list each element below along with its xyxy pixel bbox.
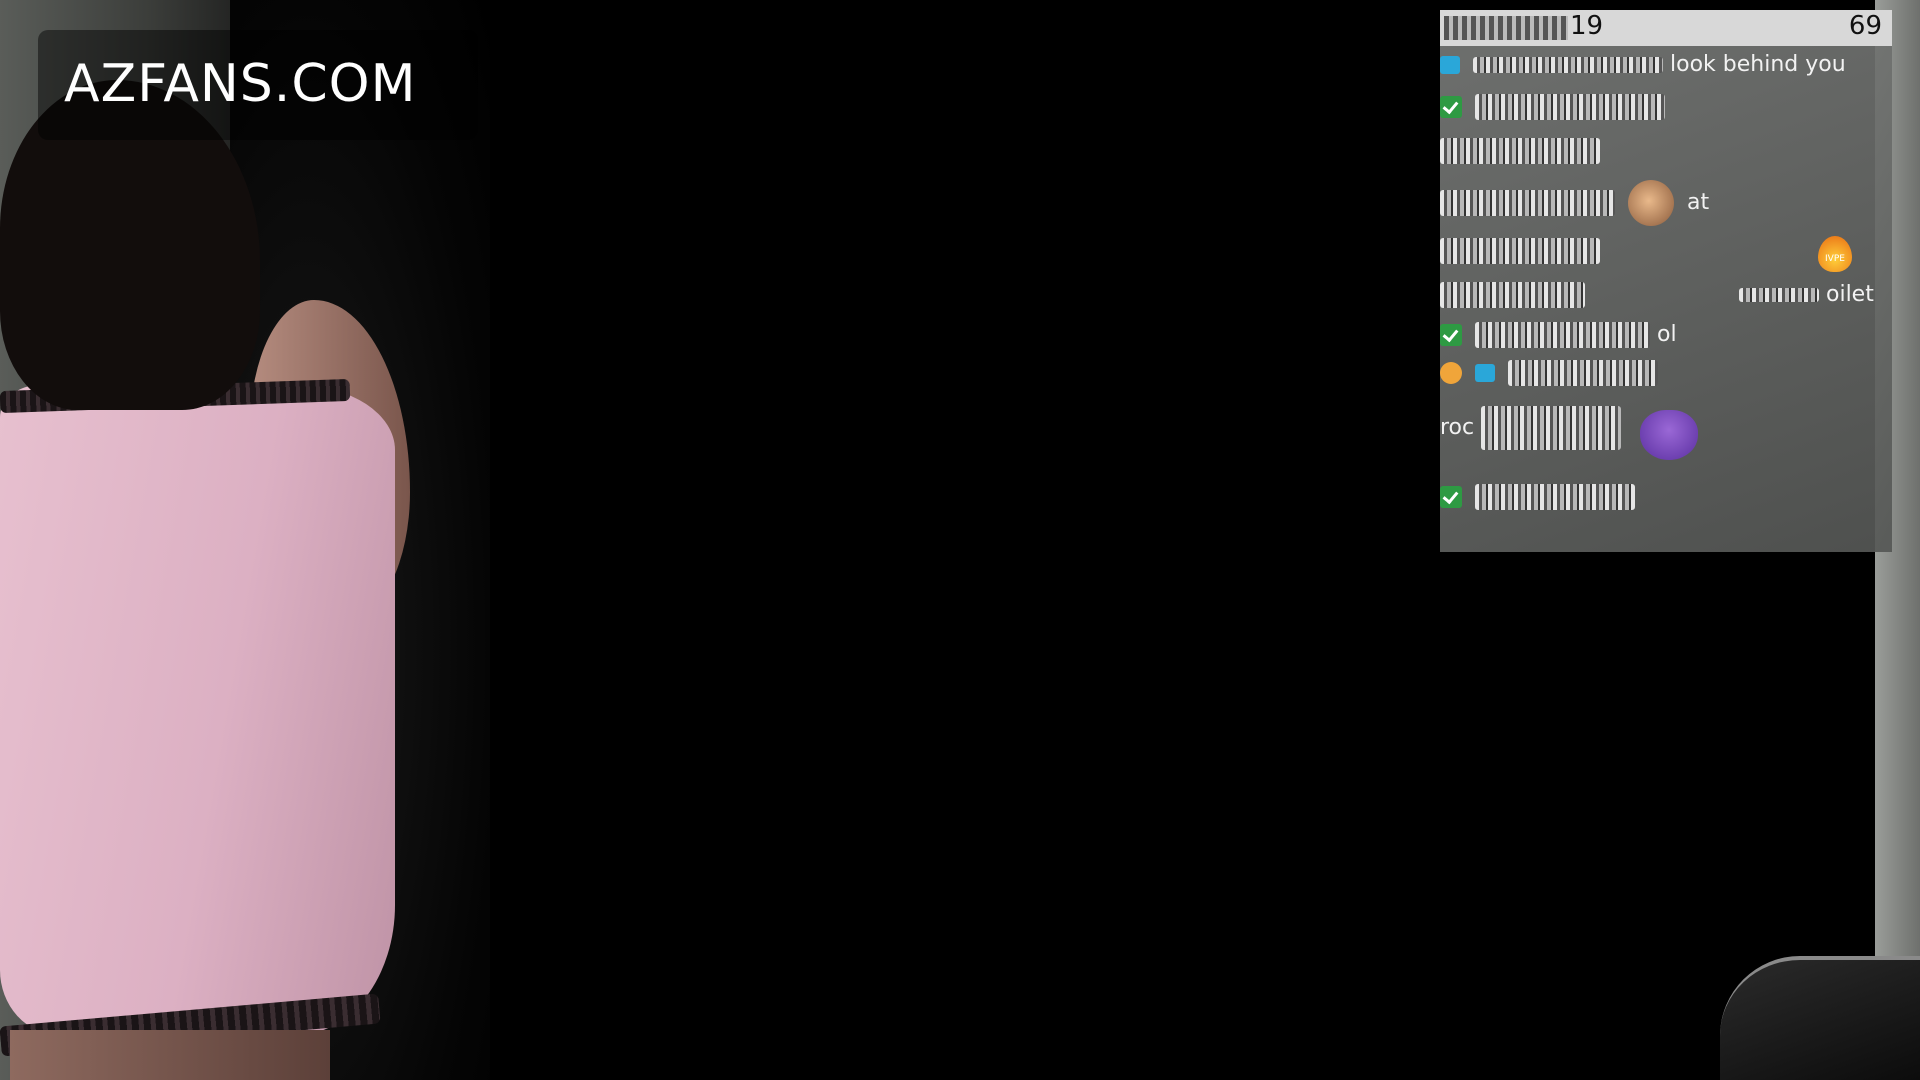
chat-message: at: [1440, 180, 1709, 230]
blurred-text: [1440, 238, 1600, 264]
chat-message: [1440, 138, 1600, 172]
blurred-username: [1473, 57, 1663, 73]
verified-badge-icon: [1440, 324, 1462, 346]
chat-message: [1440, 360, 1658, 394]
chat-message: [1440, 484, 1635, 518]
emote-face-icon: [1628, 180, 1674, 226]
chat-message-text: oilet: [1826, 282, 1874, 307]
blurred-username: [1440, 190, 1615, 216]
badge-icon: [1475, 364, 1495, 382]
blurred-text: [1481, 406, 1622, 450]
chat-message: [1440, 238, 1600, 272]
chat-message: ol: [1440, 322, 1677, 356]
blurred-username: [1475, 484, 1635, 510]
chat-overlay: 19 69 look behind you at IVPE oilet ol r…: [1440, 10, 1892, 552]
verified-badge-icon: [1440, 486, 1462, 508]
topbar-left-value: 19: [1570, 11, 1604, 41]
topbar-right-value: 69: [1848, 11, 1882, 41]
chat-message: [1440, 94, 1665, 128]
blurred-username: [1440, 282, 1585, 308]
person-legs: [10, 1030, 330, 1080]
chat-message-text: at: [1687, 190, 1710, 215]
person-pink-dress: [0, 385, 395, 1035]
chat-topbar: 19 69: [1440, 10, 1892, 46]
chair: [1720, 956, 1920, 1080]
chat-message: look behind you: [1440, 52, 1846, 86]
badge-icon: [1440, 56, 1460, 74]
chat-message-text: look behind you: [1670, 52, 1846, 77]
blurred-text: [1440, 138, 1600, 164]
paw-badge-icon: [1440, 362, 1462, 384]
blurred-username: [1475, 94, 1665, 120]
fire-badge-icon: IVPE: [1818, 236, 1852, 272]
blurred-text: [1739, 288, 1819, 302]
blurred-username: [1444, 16, 1568, 40]
chat-message-text: roc: [1440, 415, 1475, 440]
chat-message: oilet: [1440, 282, 1874, 316]
blurred-username: [1508, 360, 1658, 386]
purple-heart-emote-icon: [1640, 410, 1698, 460]
blurred-text: [1475, 322, 1650, 348]
chat-message-text: ol: [1657, 322, 1677, 347]
watermark-text: AZFANS.COM: [64, 54, 417, 114]
video-frame: AZFANS.COM 19 69 look behind you at IVPE…: [0, 0, 1920, 1080]
verified-badge-icon: [1440, 96, 1462, 118]
chat-message: roc: [1440, 406, 1622, 466]
